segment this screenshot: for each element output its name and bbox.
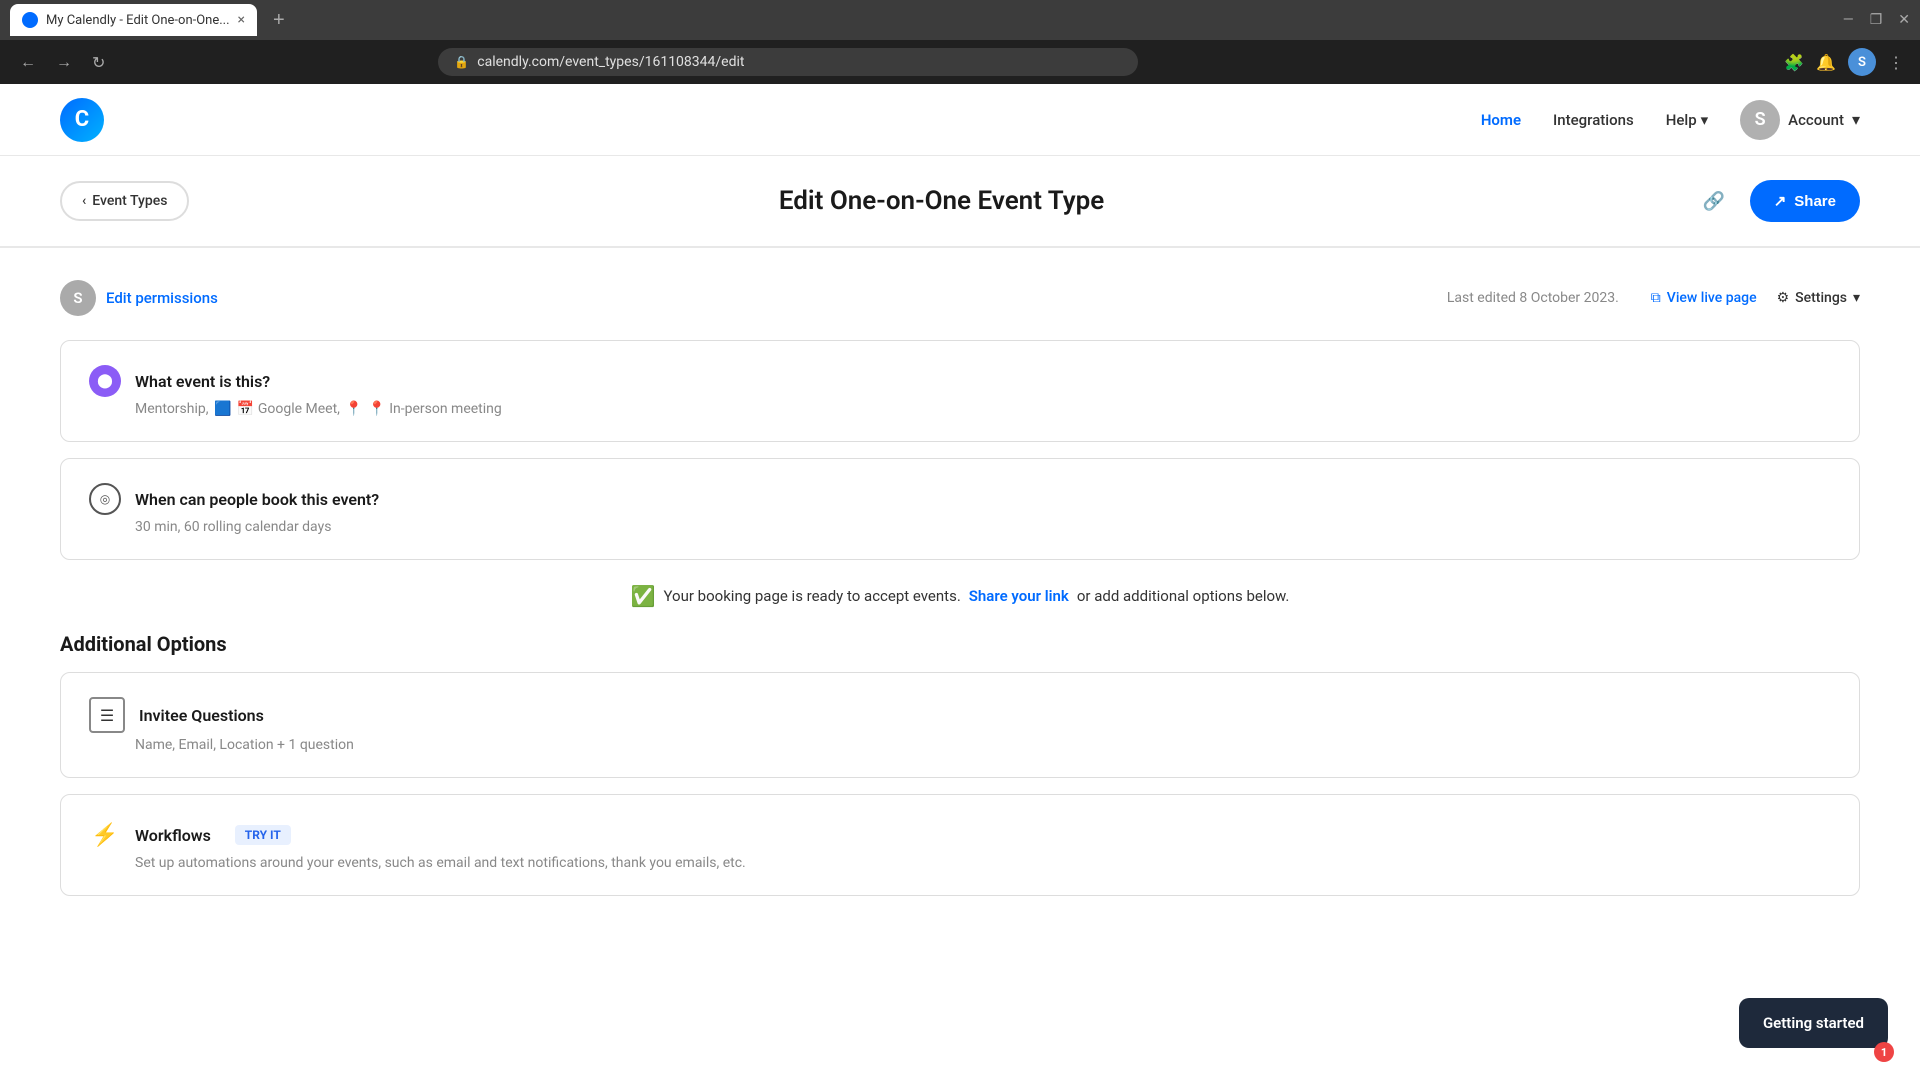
workflows-lightning-icon: ⚡ (89, 819, 121, 851)
help-chevron-icon: ▾ (1701, 111, 1709, 129)
active-tab[interactable]: My Calendly - Edit One-on-One... × (10, 4, 257, 36)
getting-started-label: Getting started (1763, 1014, 1864, 1032)
view-live-page-link[interactable]: ⧉ View live page (1651, 290, 1757, 306)
nav-help[interactable]: Help ▾ (1666, 111, 1708, 129)
try-it-badge[interactable]: TRY IT (235, 825, 291, 845)
workflows-title: Workflows (135, 826, 211, 845)
what-event-card[interactable]: ⬤ What event is this? Mentorship, 🟦 📅 Go… (60, 340, 1860, 442)
back-to-event-types-button[interactable]: ‹ Event Types (60, 181, 189, 221)
additional-options-heading: Additional Options (60, 632, 1860, 656)
invitee-questions-title: Invitee Questions (139, 706, 264, 725)
user-avatar: S (1740, 100, 1780, 140)
copy-link-button[interactable]: 🔗 (1694, 181, 1734, 221)
invitee-questions-subtitle: Name, Email, Location + 1 question (135, 737, 1831, 753)
tab-title-text: My Calendly - Edit One-on-One... (46, 13, 230, 28)
workflows-subtitle: Set up automations around your events, s… (135, 855, 1831, 871)
page-header: ‹ Event Types Edit One-on-One Event Type… (0, 156, 1920, 247)
minimize-button[interactable]: — (1843, 12, 1854, 28)
when-book-card[interactable]: ◎ When can people book this event? 30 mi… (60, 458, 1860, 560)
browser-profile-avatar[interactable]: S (1848, 48, 1876, 76)
edit-permissions-link[interactable]: Edit permissions (106, 289, 218, 307)
account-menu[interactable]: S Account ▾ (1740, 100, 1860, 140)
when-book-subtitle: 30 min, 60 rolling calendar days (135, 519, 1831, 535)
forward-nav-button[interactable]: → (52, 48, 76, 76)
notification-badge: 1 (1874, 1042, 1894, 1062)
google-meet-icon: 🟦 (214, 401, 231, 417)
top-navigation: C Home Integrations Help ▾ S Account ▾ (0, 84, 1920, 156)
back-nav-button[interactable]: ← (16, 48, 40, 76)
nav-home[interactable]: Home (1481, 111, 1521, 129)
clock-outline-icon: ◎ (89, 483, 121, 515)
invitee-questions-card[interactable]: ☰ Invitee Questions Name, Email, Locatio… (60, 672, 1860, 778)
new-tab-button[interactable]: + (265, 5, 293, 36)
permissions-avatar: S (60, 280, 96, 316)
settings-chevron-icon: ▾ (1853, 290, 1860, 306)
settings-button[interactable]: ⚙ Settings ▾ (1777, 290, 1860, 306)
refresh-button[interactable]: ↻ (88, 49, 109, 76)
ready-banner: ✅ Your booking page is ready to accept e… (60, 584, 1860, 608)
external-link-icon: ⧉ (1651, 290, 1661, 306)
settings-gear-icon: ⚙ (1777, 290, 1790, 306)
calendly-logo[interactable]: C (60, 98, 104, 142)
check-circle-icon: ✅ (631, 584, 656, 608)
last-edited-text: Last edited 8 October 2023. (1447, 290, 1619, 306)
extensions-icon[interactable]: 🧩 (1784, 53, 1804, 72)
back-chevron-icon: ‹ (82, 193, 86, 209)
close-button[interactable]: ✕ (1898, 12, 1910, 28)
permissions-bar: S Edit permissions Last edited 8 October… (60, 280, 1860, 316)
getting-started-popup[interactable]: Getting started (1739, 998, 1888, 1048)
when-book-title: When can people book this event? (135, 490, 379, 509)
share-arrow-icon: ↗ (1774, 192, 1787, 210)
tab-favicon (22, 12, 38, 28)
invitee-questions-icon: ☰ (89, 697, 125, 733)
share-your-link[interactable]: Share your link (969, 587, 1069, 605)
nav-integrations[interactable]: Integrations (1553, 111, 1634, 129)
page-title: Edit One-on-One Event Type (189, 186, 1693, 216)
link-icon: 🔗 (1703, 191, 1725, 212)
notification-bell-icon[interactable]: 🔔 (1816, 53, 1836, 72)
share-button[interactable]: ↗ Share (1750, 180, 1860, 222)
what-event-subtitle: Mentorship, 🟦 📅 Google Meet, 📍 📍 In-pers… (135, 401, 1831, 417)
what-event-title: What event is this? (135, 372, 270, 391)
maximize-button[interactable]: ❐ (1870, 12, 1883, 28)
in-person-pin-icon: 📍 (345, 401, 366, 417)
account-chevron-icon: ▾ (1852, 110, 1860, 129)
address-text: calendly.com/event_types/161108344/edit (477, 54, 1122, 70)
lock-icon: 🔒 (454, 55, 469, 69)
tab-close-button[interactable]: × (238, 12, 245, 28)
purple-dot-icon: ⬤ (89, 365, 121, 397)
workflows-card[interactable]: ⚡ Workflows TRY IT Set up automations ar… (60, 794, 1860, 896)
account-label: Account (1788, 111, 1844, 129)
browser-menu-icon[interactable]: ⋮ (1888, 53, 1904, 72)
address-bar[interactable]: 🔒 calendly.com/event_types/161108344/edi… (438, 48, 1138, 76)
